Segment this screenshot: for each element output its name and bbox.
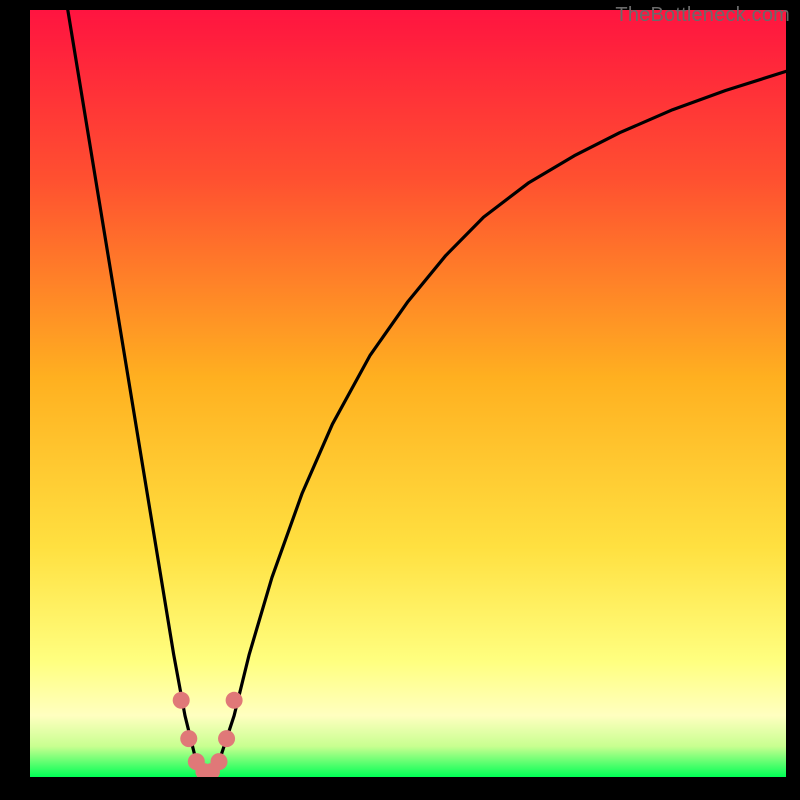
plot-area <box>30 10 786 777</box>
chart-svg <box>30 10 786 777</box>
outer-frame: TheBottleneck.com <box>0 0 800 800</box>
highlight-point <box>180 730 197 747</box>
highlight-point <box>173 692 190 709</box>
highlight-point <box>218 730 235 747</box>
gradient-background <box>30 10 786 777</box>
highlight-point <box>211 753 228 770</box>
highlight-point <box>226 692 243 709</box>
watermark-label: TheBottleneck.com <box>615 4 790 27</box>
